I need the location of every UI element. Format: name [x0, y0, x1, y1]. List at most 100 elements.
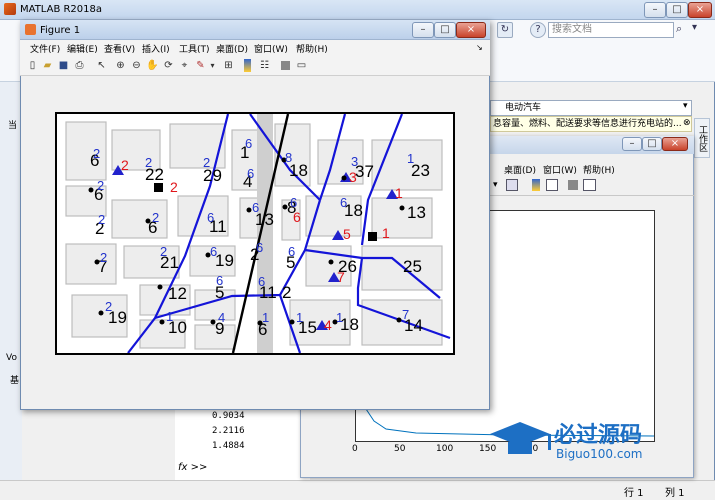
search-icon[interactable]: ⌕: [676, 22, 690, 38]
address-text: 电动汽车: [505, 103, 542, 113]
search-input[interactable]: 搜索文档: [548, 22, 674, 38]
node-label-18: 19: [215, 251, 234, 270]
demand-label-19: 6: [288, 244, 295, 259]
left-panel: [0, 82, 22, 480]
map-svg: 622 291418 37 2362 6 11 138 18 137 21 19 2 5 26 2512 5 1…: [57, 114, 453, 353]
demand-label-28: 7: [402, 307, 409, 322]
node-label-26: 2: [282, 283, 291, 302]
demand-label-24: 4: [218, 310, 225, 325]
cmd-output-1: 0.9034: [212, 411, 245, 421]
info-close-icon[interactable]: ⊗: [683, 118, 691, 128]
zoom-in-icon[interactable]: ⊕: [114, 59, 127, 72]
fig2-menu-window[interactable]: 窗口(W): [543, 163, 577, 176]
print-icon[interactable]: ⎙: [73, 59, 86, 72]
station-label-0: 2: [121, 157, 129, 173]
node-label-23: 12: [168, 284, 187, 303]
address-bar[interactable]: 电动汽车: [490, 100, 692, 116]
node-label-15: 13: [407, 203, 426, 222]
new-figure-icon[interactable]: ▯: [26, 59, 39, 72]
menu-window[interactable]: 窗口(W): [254, 42, 288, 55]
cmd-output-2: 2.2116: [212, 426, 245, 436]
figure-1-title-bar: Figure 1 – □ ×: [20, 20, 490, 40]
voronoi-map-axes: 6 22 29 1 4 18 37 23 6 2 6 11 13 8 18 13 7 21 19 2 5 26 25 12 5 1…: [55, 112, 455, 355]
status-col: 列 1: [665, 488, 685, 499]
demand-label-12: 6: [252, 200, 259, 215]
menu-desktop[interactable]: 桌面(D): [216, 42, 248, 55]
fig1-minimize-button[interactable]: –: [412, 22, 434, 38]
station-label-4: 5: [343, 226, 351, 242]
fig2-minimize-button[interactable]: –: [622, 137, 642, 151]
data-cursor-icon[interactable]: ⌖: [178, 59, 191, 72]
station-label-5: 1: [382, 225, 390, 241]
fig1-maximize-button[interactable]: □: [434, 22, 456, 38]
dock-figure-icon[interactable]: ▭: [295, 59, 308, 72]
fig2-colorbar-icon[interactable]: [532, 179, 540, 191]
station-label-3: 6: [293, 209, 301, 225]
demand-label-9: 2: [98, 212, 105, 227]
menu-dock-icon[interactable]: ↘: [476, 43, 483, 52]
fig2-menu-desktop[interactable]: 桌面(D): [504, 163, 536, 176]
address-dropdown-icon[interactable]: ▾: [683, 101, 688, 111]
current-folder-label: 当: [8, 121, 18, 131]
menu-tools[interactable]: 工具(T): [179, 42, 210, 55]
save-icon[interactable]: ■: [57, 59, 70, 72]
fig2-dropdown-icon[interactable]: ▾: [493, 180, 498, 190]
demand-label-22: 2: [105, 299, 112, 314]
fig2-close-button[interactable]: ×: [662, 137, 688, 151]
depot-marker-1: [154, 183, 163, 192]
menu-view[interactable]: 查看(V): [104, 42, 135, 55]
matlab-logo-icon: [4, 3, 16, 15]
menu-insert[interactable]: 插入(I): [142, 42, 170, 55]
demand-label-13: 6: [290, 195, 297, 210]
station-label-2: 3: [349, 169, 357, 185]
cmd-output-3: 1.4884: [212, 441, 245, 451]
demand-label-1: 2: [145, 155, 152, 170]
menu-edit[interactable]: 编辑(E): [67, 42, 98, 55]
fig2-xtick-1: 50: [394, 444, 406, 454]
depot-marker-2: [368, 232, 377, 241]
demand-label-17: 6: [210, 244, 217, 259]
app-title: MATLAB R2018a: [20, 4, 103, 15]
colorbar-icon[interactable]: [244, 59, 251, 72]
info-bar: 息容量、燃料、配送要求等信息进行充电站的...: [490, 116, 692, 132]
help-icon[interactable]: ?: [530, 22, 546, 38]
fig2-hide-tools-icon[interactable]: [568, 180, 578, 190]
demand-label-2: 2: [203, 155, 210, 170]
matlab-title-bar: MATLAB R2018a – □ ×: [0, 0, 715, 20]
fig1-close-button[interactable]: ×: [456, 22, 486, 38]
zoom-out-icon[interactable]: ⊖: [130, 59, 143, 72]
open-file-icon[interactable]: ▰: [41, 59, 54, 72]
demand-label-27: 1: [336, 310, 343, 325]
vo-label: Vo: [6, 353, 17, 363]
dock-icon[interactable]: ▾: [692, 22, 708, 38]
demand-label-26: 1: [296, 310, 303, 325]
svg-text:Biguo100.com: Biguo100.com: [556, 447, 642, 461]
menu-help[interactable]: 帮助(H): [296, 42, 328, 55]
menu-file[interactable]: 文件(F): [30, 42, 60, 55]
fig2-maximize-button[interactable]: □: [642, 137, 662, 151]
edit-plot-icon[interactable]: ↖: [95, 59, 108, 72]
demand-label-7: 1: [407, 151, 414, 166]
workspace-tab[interactable]: 工作区: [694, 118, 710, 158]
link-plot-icon[interactable]: ⊞: [222, 59, 235, 72]
close-button[interactable]: ×: [688, 2, 712, 18]
demand-label-8: 2: [97, 178, 104, 193]
demand-label-10: 2: [152, 210, 159, 225]
pan-icon[interactable]: ✋: [146, 59, 159, 72]
legend-icon[interactable]: ☷: [258, 59, 271, 72]
fig2-print-icon[interactable]: [506, 179, 518, 191]
minimize-button[interactable]: –: [644, 2, 666, 18]
command-prompt[interactable]: fx >>: [178, 462, 207, 473]
hide-tools-icon[interactable]: [281, 61, 290, 70]
demand-label-15: 2: [100, 250, 107, 265]
refresh-icon[interactable]: ↻: [497, 22, 513, 38]
brush-dropdown-icon[interactable]: ▾: [206, 59, 219, 72]
fig2-dock-icon[interactable]: [583, 179, 596, 191]
basic-label: 基: [10, 376, 20, 386]
fig2-legend-icon[interactable]: [546, 179, 558, 191]
svg-text:必过源码: 必过源码: [554, 422, 642, 448]
rotate-icon[interactable]: ⟳: [162, 59, 175, 72]
fig2-menu-help[interactable]: 帮助(H): [583, 163, 615, 176]
maximize-button[interactable]: □: [666, 2, 688, 18]
demand-label-18: 6: [256, 240, 263, 255]
